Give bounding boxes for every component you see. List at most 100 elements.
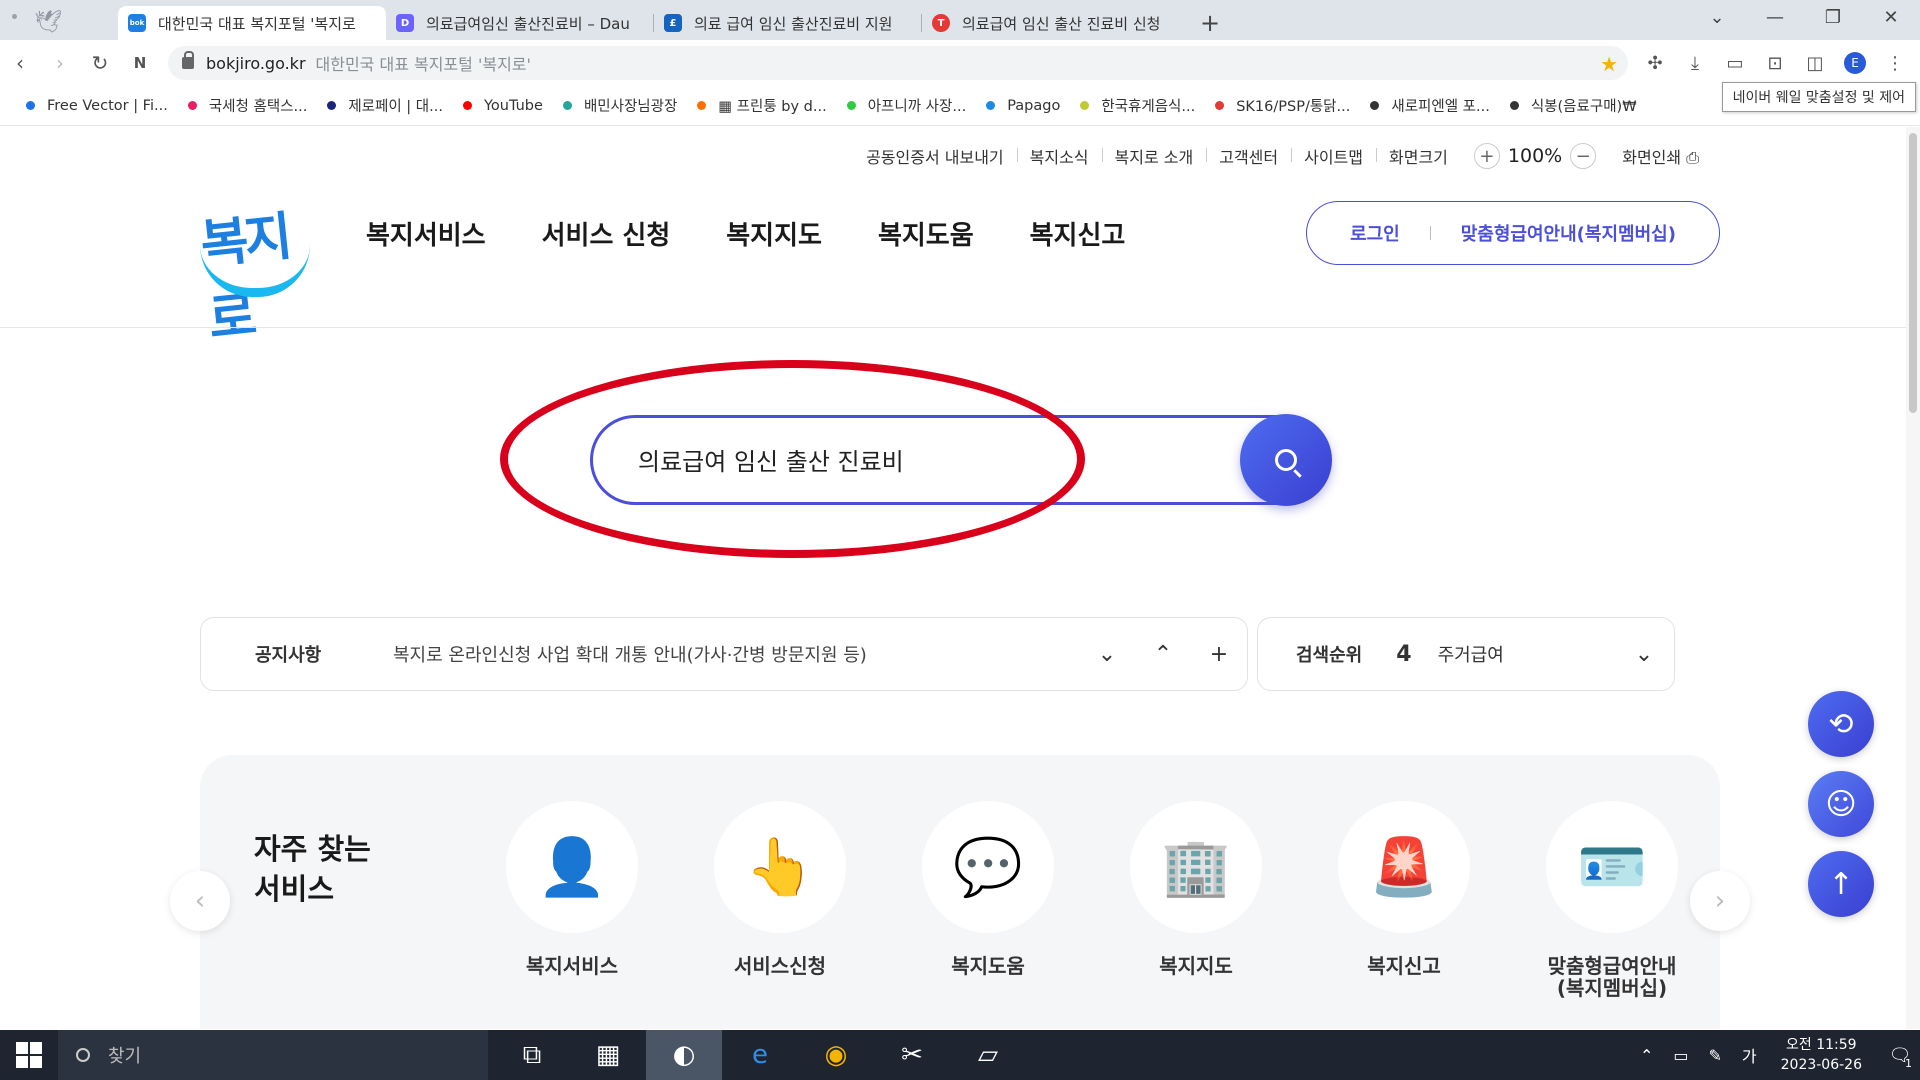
- bookmark-item[interactable]: ▦ 프린퉁 by d...: [697, 95, 827, 116]
- nav-welfare-map[interactable]: 복지지도: [726, 215, 822, 252]
- membership-button[interactable]: 맞춤형급여안내(복지멤버십): [1461, 220, 1676, 246]
- pen-icon[interactable]: ✎: [1708, 1046, 1721, 1065]
- search-button[interactable]: [1240, 414, 1332, 506]
- clock[interactable]: 오전 11:59 2023-06-26: [1781, 1035, 1862, 1075]
- scroll-top-button[interactable]: ↑: [1808, 851, 1874, 917]
- bookmark-item[interactable]: 식봉(음료구매)₩: [1509, 95, 1637, 116]
- calculator-icon[interactable]: ▦: [570, 1030, 646, 1080]
- pip-window-icon[interactable]: ▭: [1720, 48, 1750, 78]
- page-scrollbar[interactable]: [1906, 127, 1920, 1029]
- menu-kebab-icon[interactable]: ⋮: [1880, 48, 1910, 78]
- frequent-services-title: 자주 찾는 서비스: [254, 829, 371, 909]
- task-view-icon[interactable]: ⧉: [494, 1030, 570, 1080]
- siren-icon: 🚨: [1338, 801, 1470, 933]
- bookmark-item[interactable]: 제로페이 | 대...: [327, 95, 443, 116]
- system-tray: ⌃ ▭ ✎ 가 오전 11:59 2023-06-26 🗨 1: [1630, 1030, 1920, 1080]
- address-bar[interactable]: bokjiro.go.kr 대한민국 대표 복지포털 '복지로' ★: [168, 46, 1628, 80]
- service-card-welfare-map[interactable]: 🏢 복지지도: [1130, 801, 1262, 999]
- back-arrow-icon[interactable]: ‹: [0, 51, 40, 75]
- capture-icon[interactable]: ⊡: [1760, 48, 1790, 78]
- taskbar-search[interactable]: 찾기: [58, 1030, 488, 1080]
- bokjiro-logo[interactable]: 복지로: [196, 197, 316, 350]
- nav-welfare-help[interactable]: 복지도움: [878, 215, 974, 252]
- download-icon[interactable]: ⤓: [1680, 48, 1710, 78]
- service-card-welfare-services[interactable]: 👤 복지서비스: [506, 801, 638, 999]
- bookmark-item[interactable]: 한국휴게음식...: [1080, 95, 1195, 116]
- tab-list-chevron-icon[interactable]: ⌄: [1688, 7, 1746, 28]
- restore-icon[interactable]: ❐: [1804, 7, 1862, 28]
- notepad-icon[interactable]: ▱: [950, 1030, 1026, 1080]
- lock-icon[interactable]: [182, 51, 194, 69]
- browser-tab-3[interactable]: T 의료급여 임신 출산 진료비 신청: [922, 6, 1190, 40]
- edge-browser-icon[interactable]: e: [722, 1030, 798, 1080]
- util-link-about[interactable]: 복지로 소개: [1101, 144, 1207, 168]
- whale-browser-icon[interactable]: ◐: [646, 1030, 722, 1080]
- battery-icon[interactable]: ▭: [1673, 1046, 1688, 1065]
- browser-tab-2[interactable]: £ 의료 급여 임신 출산진료비 지원: [654, 6, 922, 40]
- bookmark-label: YouTube: [483, 97, 543, 114]
- print-label: 화면인쇄: [1622, 148, 1682, 167]
- close-icon[interactable]: ✕: [1862, 7, 1920, 28]
- print-link[interactable]: 화면인쇄 ⎙: [1609, 144, 1712, 168]
- bookmark-item[interactable]: YouTube: [462, 97, 543, 114]
- browser-tab-1[interactable]: D 의료급여임신 출산진료비 – Dau: [386, 6, 654, 40]
- bookmark-item[interactable]: 아프니까 사장...: [846, 95, 966, 116]
- util-link-news[interactable]: 복지소식: [1016, 144, 1102, 168]
- tab-title: 대한민국 대표 복지포털 '복지로: [158, 14, 356, 33]
- zoom-in-button[interactable]: +: [1473, 143, 1500, 169]
- service-card-welfare-help[interactable]: 💬 복지도움: [922, 801, 1054, 999]
- new-tab-button[interactable]: +: [1190, 6, 1230, 40]
- plus-icon[interactable]: +: [1191, 642, 1247, 667]
- bookmark-dot-icon: [187, 101, 197, 110]
- reload-icon[interactable]: ↻: [80, 51, 120, 75]
- bookmark-item[interactable]: 새로피엔엘 포...: [1370, 95, 1490, 116]
- address-toolbar: ‹ › ↻ N bokjiro.go.kr 대한민국 대표 복지포털 '복지로'…: [0, 40, 1920, 86]
- recent-history-button[interactable]: ⟲: [1808, 691, 1874, 757]
- login-button[interactable]: 로그인: [1350, 220, 1400, 246]
- util-link-cert[interactable]: 공동인증서 내보내기: [853, 144, 1017, 168]
- printer-icon: ⎙: [1681, 148, 1699, 167]
- chevron-down-icon[interactable]: ⌄: [1079, 642, 1135, 667]
- ime-indicator[interactable]: 가: [1742, 1043, 1757, 1067]
- scrollbar-thumb[interactable]: [1909, 133, 1917, 413]
- bookmark-item[interactable]: Free Vector | Fi...: [26, 98, 168, 114]
- tray-overflow-icon[interactable]: ⌃: [1640, 1046, 1653, 1065]
- chevron-up-icon[interactable]: ⌃: [1135, 642, 1191, 667]
- start-button[interactable]: [0, 1030, 58, 1080]
- bookmark-star-icon[interactable]: ★: [1600, 52, 1618, 76]
- sidebar-toggle-icon[interactable]: ◫: [1800, 48, 1830, 78]
- tab-title: 의료급여임신 출산진료비 – Dau: [426, 14, 630, 33]
- carousel-next-button[interactable]: ›: [1690, 871, 1750, 931]
- profile-avatar[interactable]: E: [1844, 52, 1866, 74]
- extensions-puzzle-icon[interactable]: ✣: [1640, 48, 1670, 78]
- zoom-out-button[interactable]: −: [1570, 143, 1597, 169]
- service-card-service-apply[interactable]: 👆 서비스신청: [714, 801, 846, 999]
- chatbot-button[interactable]: ☺: [1808, 771, 1874, 837]
- rank-keyword[interactable]: 주거급여: [1438, 641, 1614, 667]
- service-card-welfare-report[interactable]: 🚨 복지신고: [1338, 801, 1470, 999]
- carousel-prev-button[interactable]: ‹: [170, 871, 230, 931]
- forward-arrow-icon[interactable]: ›: [40, 51, 80, 75]
- bookmark-item[interactable]: Papago: [986, 98, 1060, 114]
- bookmark-item[interactable]: SK16/PSP/통닭...: [1215, 95, 1350, 116]
- browser-tab-0[interactable]: bok 대한민국 대표 복지포털 '복지로: [118, 6, 386, 40]
- chrome-browser-icon[interactable]: ◉: [798, 1030, 874, 1080]
- naver-home-icon[interactable]: N: [120, 54, 160, 72]
- bookmark-item[interactable]: 국세청 홈택스...: [187, 95, 307, 116]
- util-link-support[interactable]: 고객센터: [1206, 144, 1291, 168]
- notice-text[interactable]: 복지로 온라인신청 사업 확대 개통 안내(가사·간병 방문지원 등): [393, 641, 1079, 667]
- notification-center-button[interactable]: 🗨 1: [1880, 1030, 1920, 1080]
- nav-welfare-report[interactable]: 복지신고: [1030, 215, 1126, 252]
- service-card-membership[interactable]: 🪪 맞춤형급여안내 (복지멤버십): [1546, 801, 1678, 999]
- notice-label: 공지사항: [255, 645, 322, 666]
- snipping-tool-icon[interactable]: ✂: [874, 1030, 950, 1080]
- chevron-down-icon[interactable]: ⌄: [1614, 642, 1674, 667]
- bookmark-item[interactable]: 배민사장님광장: [562, 95, 677, 116]
- minimize-icon[interactable]: —: [1746, 7, 1804, 28]
- nav-welfare-services[interactable]: 복지서비스: [366, 215, 486, 252]
- utility-nav: 공동인증서 내보내기 복지소식 복지로 소개 고객센터 사이트맵 화면크기 + …: [853, 143, 1712, 169]
- util-link-sitemap[interactable]: 사이트맵: [1291, 144, 1376, 168]
- bookmark-dot-icon: [1370, 101, 1380, 110]
- address-page-title: 대한민국 대표 복지포털 '복지로': [315, 55, 531, 74]
- nav-service-apply[interactable]: 서비스 신청: [542, 215, 671, 252]
